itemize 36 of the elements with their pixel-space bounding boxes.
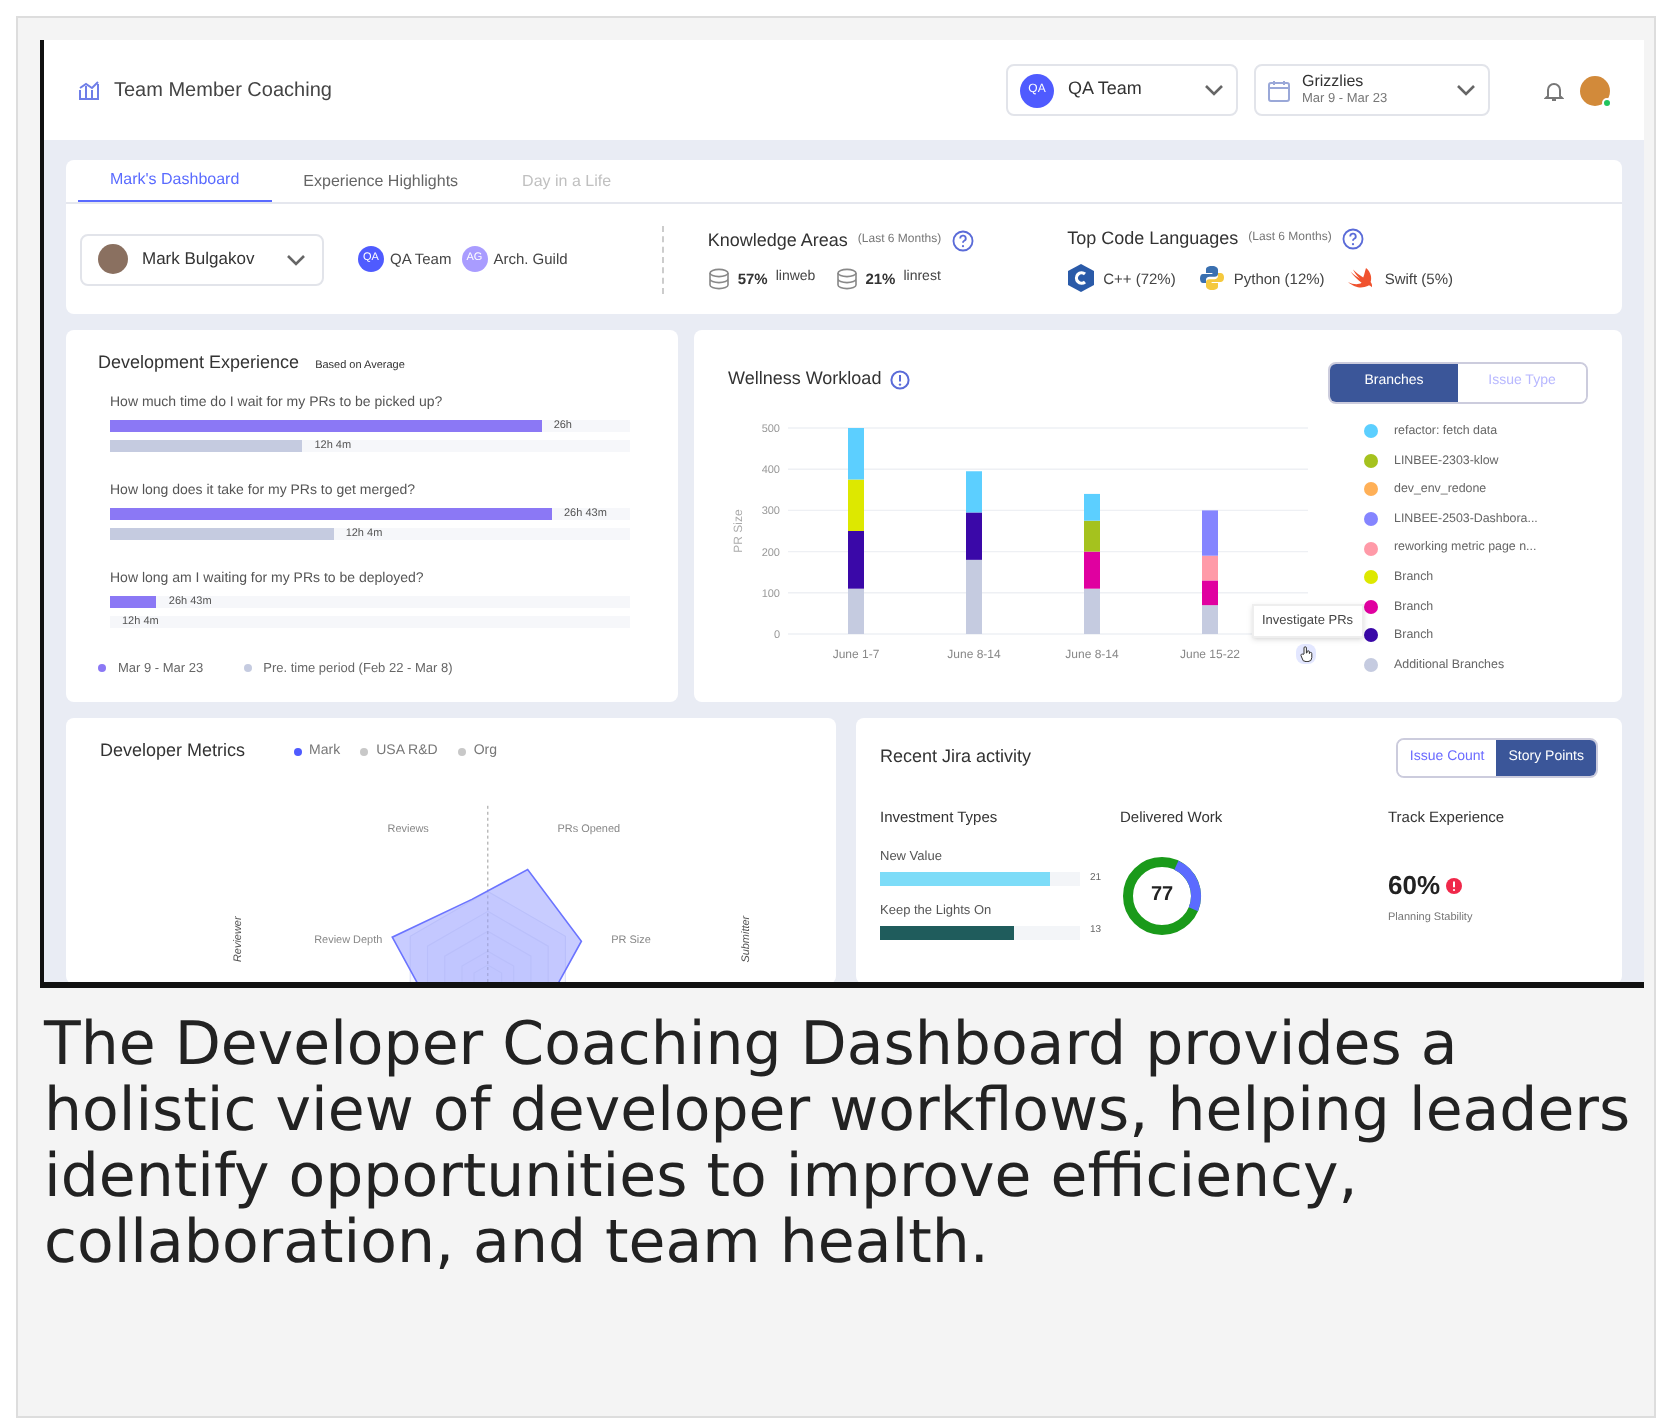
- track-value: 60%: [1388, 868, 1441, 905]
- info-icon: [889, 369, 910, 390]
- help-icon: [1341, 228, 1364, 250]
- person-dropdown[interactable]: Mark Bulgakov: [80, 233, 324, 285]
- chart-icon: [78, 80, 100, 100]
- database-icon: [835, 267, 858, 290]
- app-title: Team Member Coaching: [114, 77, 332, 105]
- person-name: Mark Bulgakov: [142, 246, 257, 272]
- investigate-button[interactable]: [1296, 643, 1316, 663]
- section-title: Knowledge Areas: [707, 228, 848, 255]
- hand-pointer-icon: [1299, 645, 1313, 661]
- team-name: QA Team: [1068, 76, 1144, 103]
- alert-icon: [1446, 878, 1463, 894]
- snake-icon: [1199, 266, 1224, 291]
- help-icon: [951, 230, 974, 253]
- person-avatar: [98, 244, 128, 274]
- user-avatar[interactable]: [1580, 75, 1610, 105]
- card-title: Recent Jira activity: [880, 744, 1032, 771]
- calendar-icon: [1268, 79, 1290, 101]
- delivered-value: 77: [1150, 884, 1174, 909]
- chevron-down-icon: [1204, 84, 1224, 96]
- bird-icon: [1348, 266, 1375, 291]
- card-title: Developer Metrics: [100, 738, 246, 764]
- period-name: Grizzlies: [1302, 74, 1364, 92]
- database-icon: [707, 267, 730, 290]
- hexagon-c-icon: [1067, 264, 1094, 293]
- bell-icon[interactable]: [1544, 79, 1564, 101]
- caption: The Developer Coaching Dashboard provides a holistic view of developer workflows, helping leaders identify opportunities to improve efficiency, collaboration, and team health.: [41, 1012, 1633, 1276]
- tab[interactable]: Experience Highlights: [271, 160, 491, 202]
- section-title: Top Code Languages: [1067, 225, 1239, 252]
- chevron-down-icon: [286, 253, 306, 265]
- card-title: Development Experience: [98, 350, 300, 376]
- chevron-down-icon: [1456, 84, 1476, 96]
- card-title: Wellness Workload: [728, 366, 882, 392]
- tab[interactable]: Mark's Dashboard: [78, 160, 272, 202]
- donut-chart-drawing: [1120, 854, 1204, 939]
